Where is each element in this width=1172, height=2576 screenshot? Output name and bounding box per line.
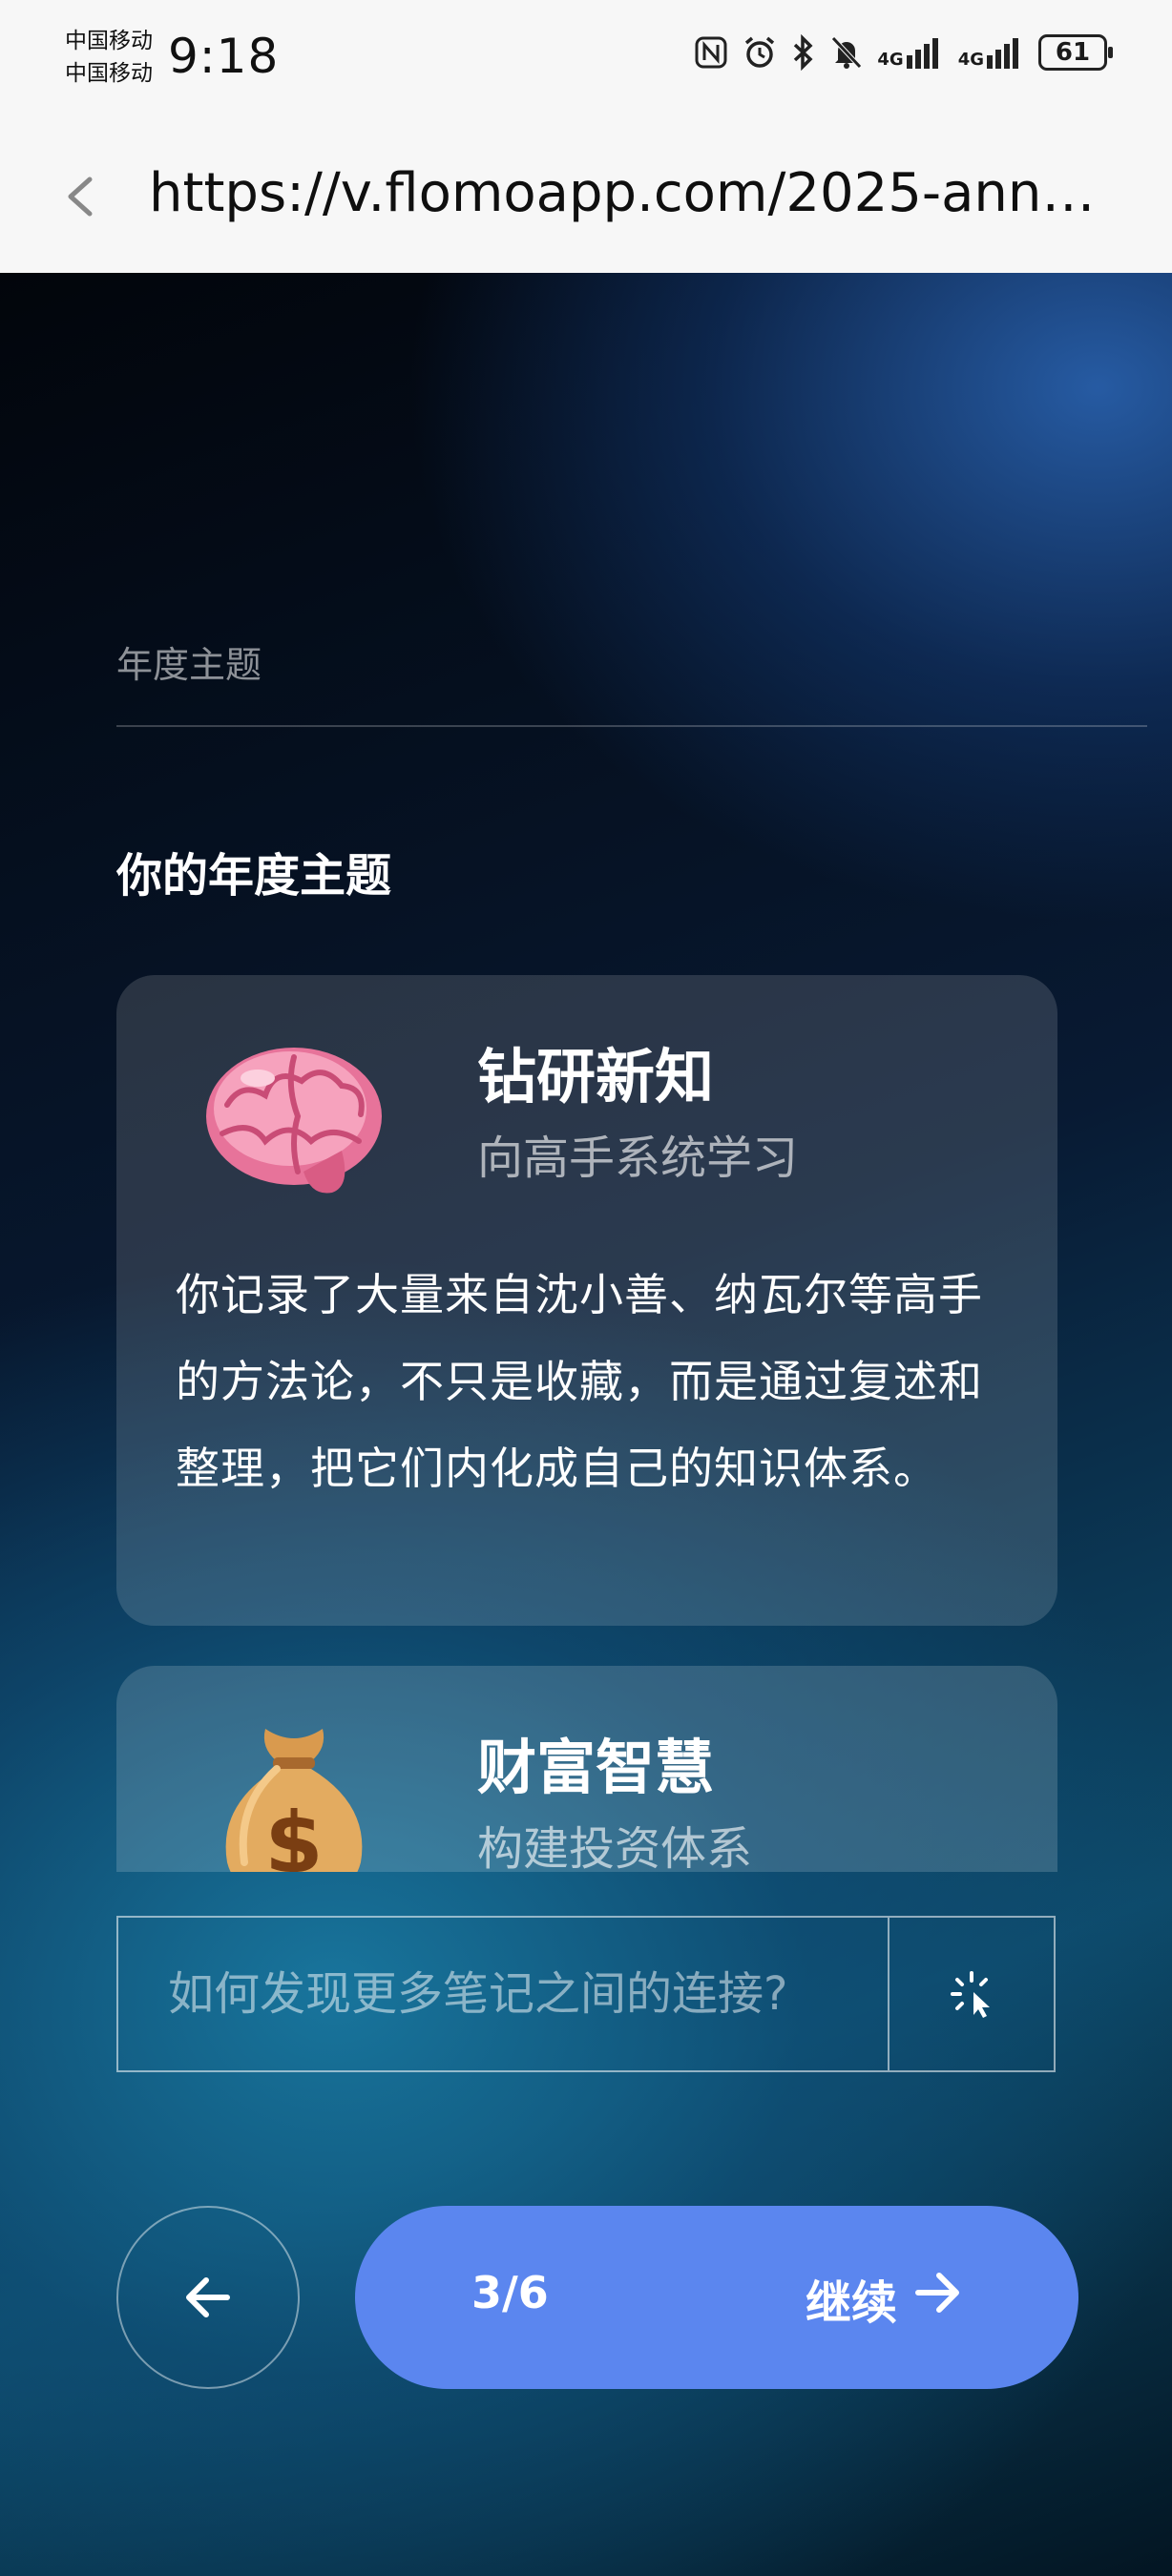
theme-subtitle: 向高手系统学习	[477, 1132, 799, 1185]
theme-card-list[interactable]: 钻研新知 向高手系统学习 你记录了大量来自沈小善、纳瓦尔等高手的方法论，不只是收…	[116, 975, 1057, 1872]
carrier-labels: 中国移动 中国移动	[65, 25, 153, 90]
ask-submit-button[interactable]	[888, 1918, 1054, 2070]
signal-bars-icon	[906, 38, 938, 69]
section-label: 年度主题	[116, 644, 262, 686]
theme-title: 财富智慧	[477, 1733, 715, 1802]
theme-description: 你记录了大量来自沈小善、纳瓦尔等高手的方法论，不只是收藏，而是通过复述和整理，把…	[176, 1269, 983, 1494]
nfc-icon	[695, 36, 727, 69]
chevron-left-icon	[68, 177, 93, 217]
system-icons: 4G 4G 61	[694, 34, 1113, 71]
page-heading: 你的年度主题	[116, 849, 392, 903]
ask-input[interactable]	[118, 1918, 888, 2070]
status-bar: 中国移动 中国移动 9:18 4G 4G 61	[0, 0, 1172, 124]
theme-title: 钻研新知	[477, 1042, 715, 1111]
bluetooth-icon	[794, 34, 813, 71]
ask-box	[116, 1916, 1056, 2072]
url-text[interactable]: https://v.flomoapp.com/2025-annu...	[149, 162, 1103, 224]
clock: 9:18	[168, 29, 280, 84]
loading-spinner-icon	[951, 1971, 990, 2018]
network-type-1: 4G	[877, 50, 904, 70]
continue-button[interactable]: 3/6 继续	[355, 2206, 1078, 2389]
previous-button[interactable]	[116, 2206, 300, 2389]
svg-text:$: $	[264, 1794, 323, 1872]
theme-card: $ 财富智慧 构建投资体系	[116, 1666, 1057, 1872]
signal-1: 4G	[877, 36, 944, 69]
battery-icon: 61	[1038, 34, 1113, 71]
alarm-icon	[745, 36, 775, 68]
continue-label: 继续	[806, 2276, 898, 2330]
network-type-2: 4G	[957, 50, 984, 70]
carrier-2: 中国移动	[65, 61, 153, 86]
arrow-left-icon	[186, 2277, 230, 2317]
brain-icon	[206, 1048, 382, 1194]
arrow-right-icon	[915, 2273, 959, 2313]
mute-bell-icon	[831, 36, 863, 69]
carrier-1: 中国移动	[65, 29, 153, 53]
annual-report-page: 年度主题 你的年度主题 钻研新知 向高手系统学习 你记录了大量来自沈小善、纳瓦尔…	[0, 273, 1172, 2576]
progress-indicator: 3/6	[471, 2267, 549, 2318]
section-divider	[116, 725, 1147, 727]
theme-subtitle: 构建投资体系	[477, 1822, 753, 1872]
signal-2: 4G	[958, 36, 1025, 69]
battery-level: 61	[1055, 38, 1091, 67]
browser-back-button[interactable]	[57, 162, 105, 229]
signal-bars-icon	[987, 38, 1018, 69]
money-bag-icon: $	[225, 1729, 363, 1872]
browser-url-bar: https://v.flomoapp.com/2025-annu...	[0, 124, 1172, 274]
theme-card: 钻研新知 向高手系统学习 你记录了大量来自沈小善、纳瓦尔等高手的方法论，不只是收…	[116, 975, 1057, 1626]
